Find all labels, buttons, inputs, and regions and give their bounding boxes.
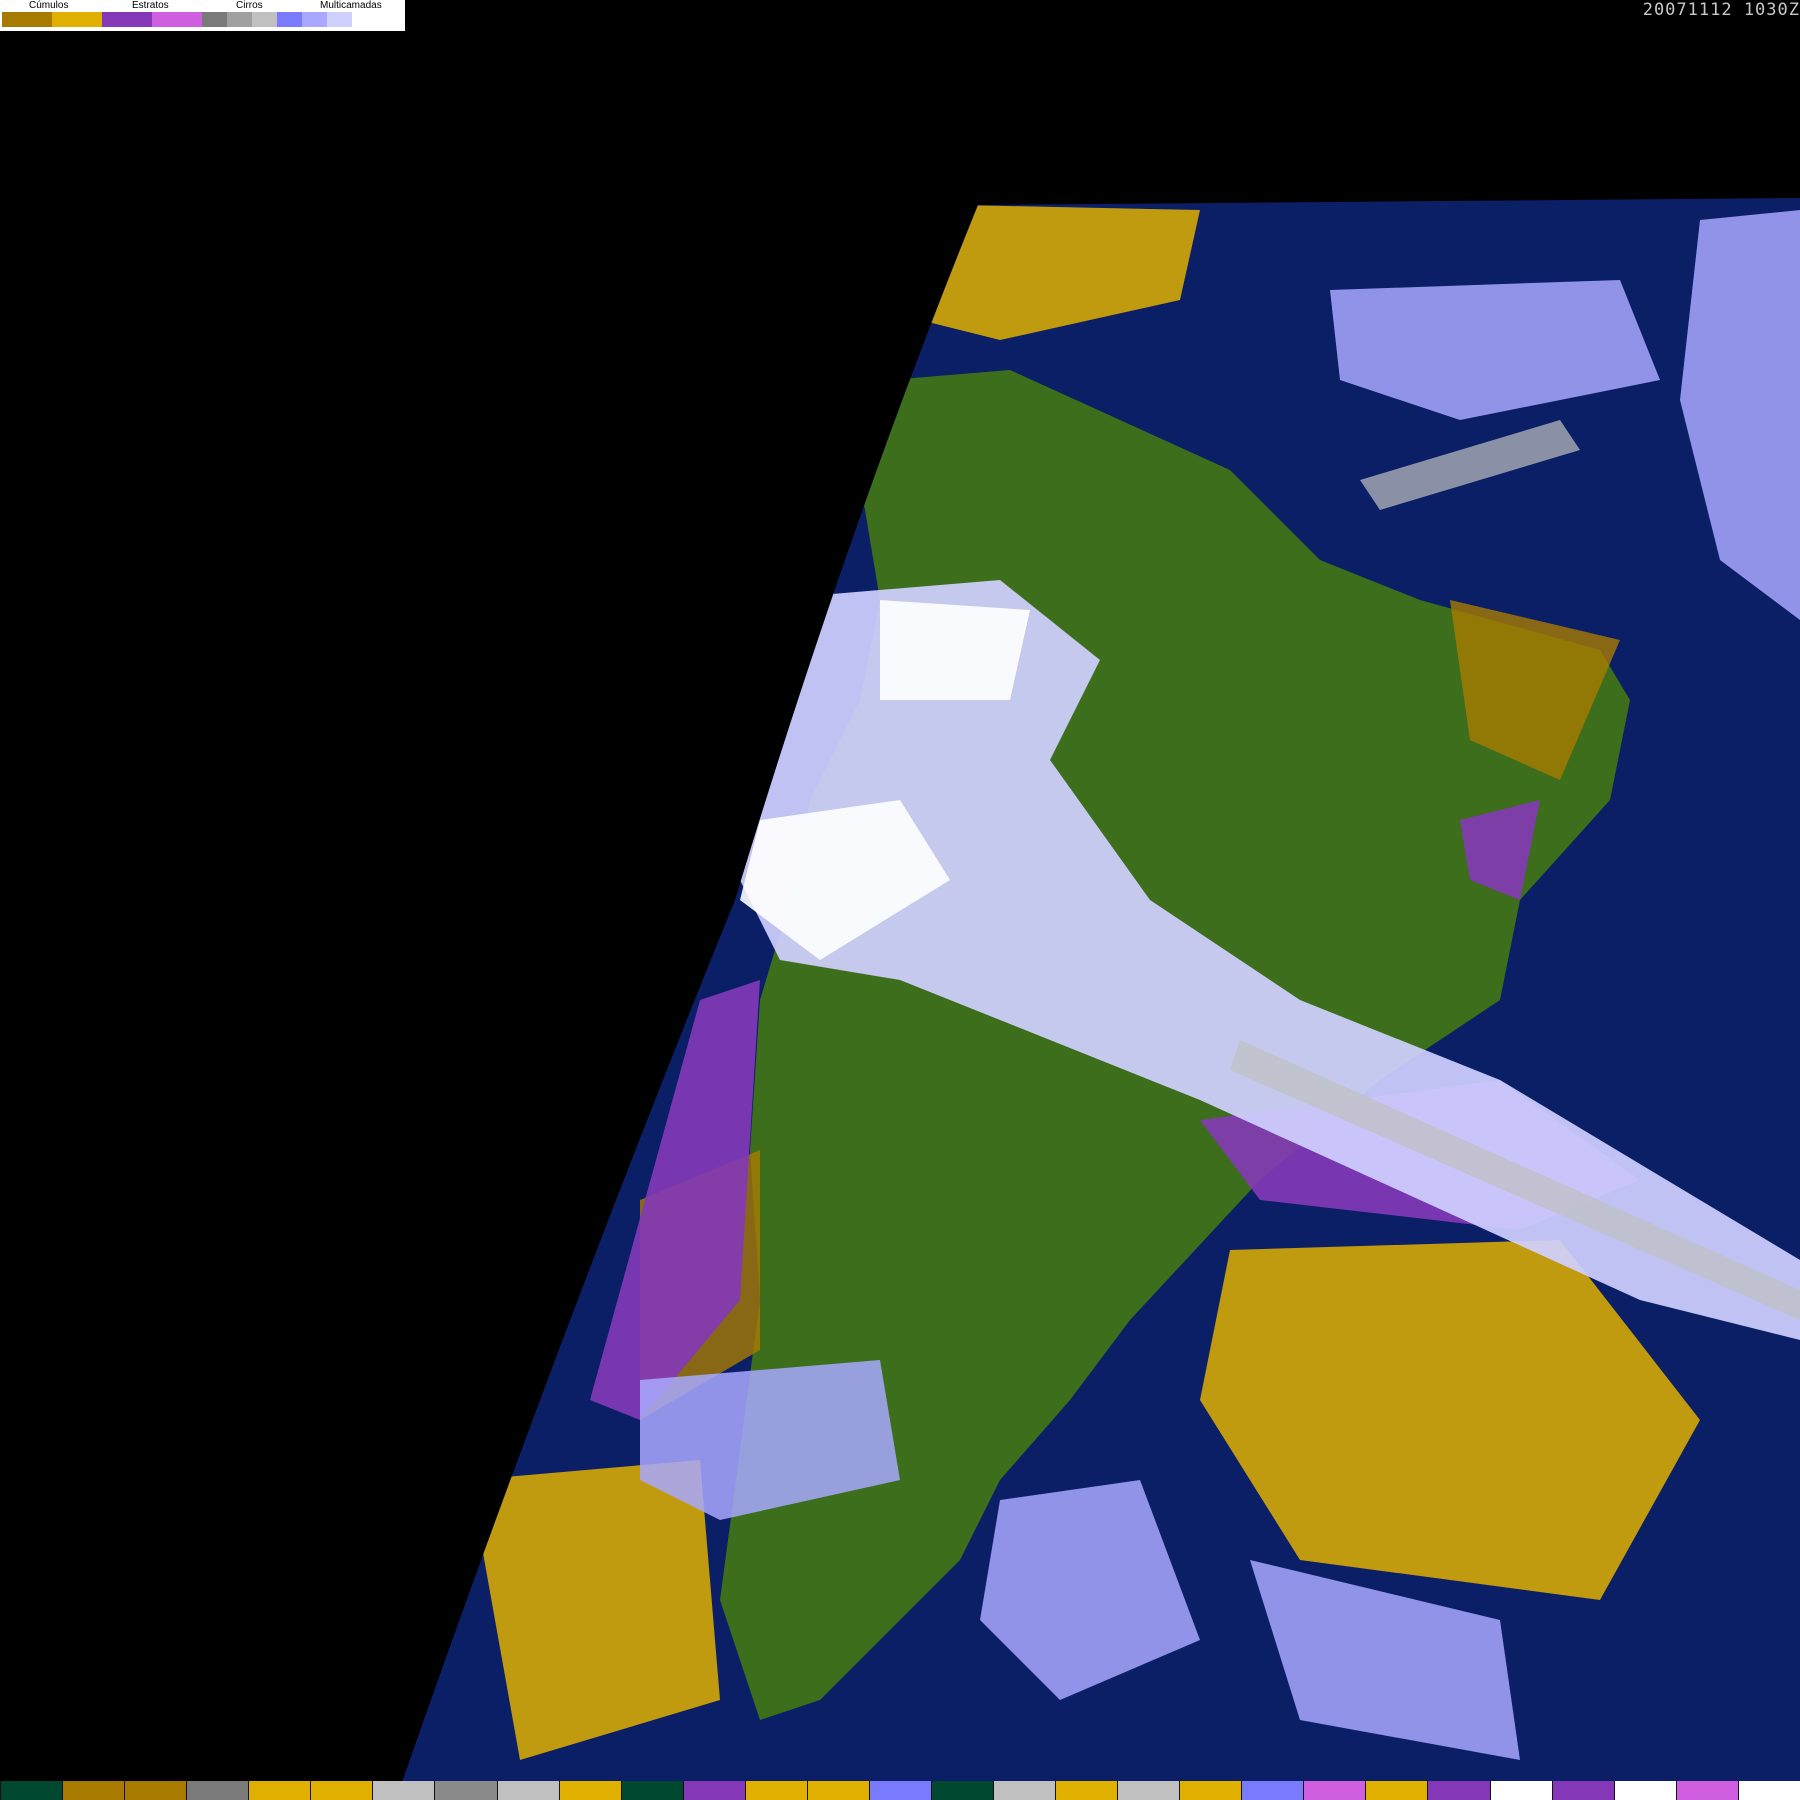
legend-swatch [202,12,227,27]
legend-label-stratus: Estratos [132,0,169,11]
color-bar-cell [806,1781,869,1800]
legend-swatch [352,12,377,27]
color-bar-cell [248,1781,311,1800]
color-bar-cell [868,1781,931,1800]
image-timestamp: 20071112 1030Z [1642,0,1800,20]
legend-swatch [152,12,202,27]
color-bar-cell [434,1781,497,1800]
color-bar-cell [372,1781,435,1800]
cloud-type-legend: Cúmulos Estratos Cirros Multicamadas [0,0,405,31]
legend-swatch [327,12,352,27]
color-bar-cell [62,1781,125,1800]
color-bar-cell [1675,1781,1738,1800]
color-bar-cell [1117,1781,1180,1800]
color-bar-cell [1365,1781,1428,1800]
color-bar-cell [558,1781,621,1800]
color-bar-cell [1179,1781,1242,1800]
color-bar-cell [993,1781,1056,1800]
color-bar-cell [1613,1781,1676,1800]
legend-swatch [52,12,102,27]
color-bar-cell [620,1781,683,1800]
color-bar-cell [930,1781,993,1800]
color-bar-cell [1241,1781,1304,1800]
legend-label-multilayer: Multicamadas [320,0,382,11]
legend-swatch [252,12,277,27]
bottom-color-bar [0,1781,1800,1800]
legend-swatch [227,12,252,27]
legend-swatch [302,12,327,27]
legend-swatch [102,12,152,27]
satellite-cloud-classification-map [402,198,1800,1782]
color-bar-cell [682,1781,745,1800]
color-bar-cell [1489,1781,1552,1800]
color-bar-cell [0,1781,63,1800]
color-bar-cell [1737,1781,1800,1800]
color-bar-cell [1055,1781,1118,1800]
color-bar-cell [1427,1781,1490,1800]
color-bar-cell [744,1781,807,1800]
color-bar-cell [1303,1781,1366,1800]
legend-label-cumulus: Cúmulos [29,0,69,11]
color-bar-cell [1551,1781,1614,1800]
color-bar-cell [496,1781,559,1800]
legend-swatch [277,12,302,27]
color-bar-cell [186,1781,249,1800]
color-bar-cell [124,1781,187,1800]
color-bar-cell [310,1781,373,1800]
legend-swatch [2,12,52,27]
legend-label-cirrus: Cirros [236,0,263,11]
